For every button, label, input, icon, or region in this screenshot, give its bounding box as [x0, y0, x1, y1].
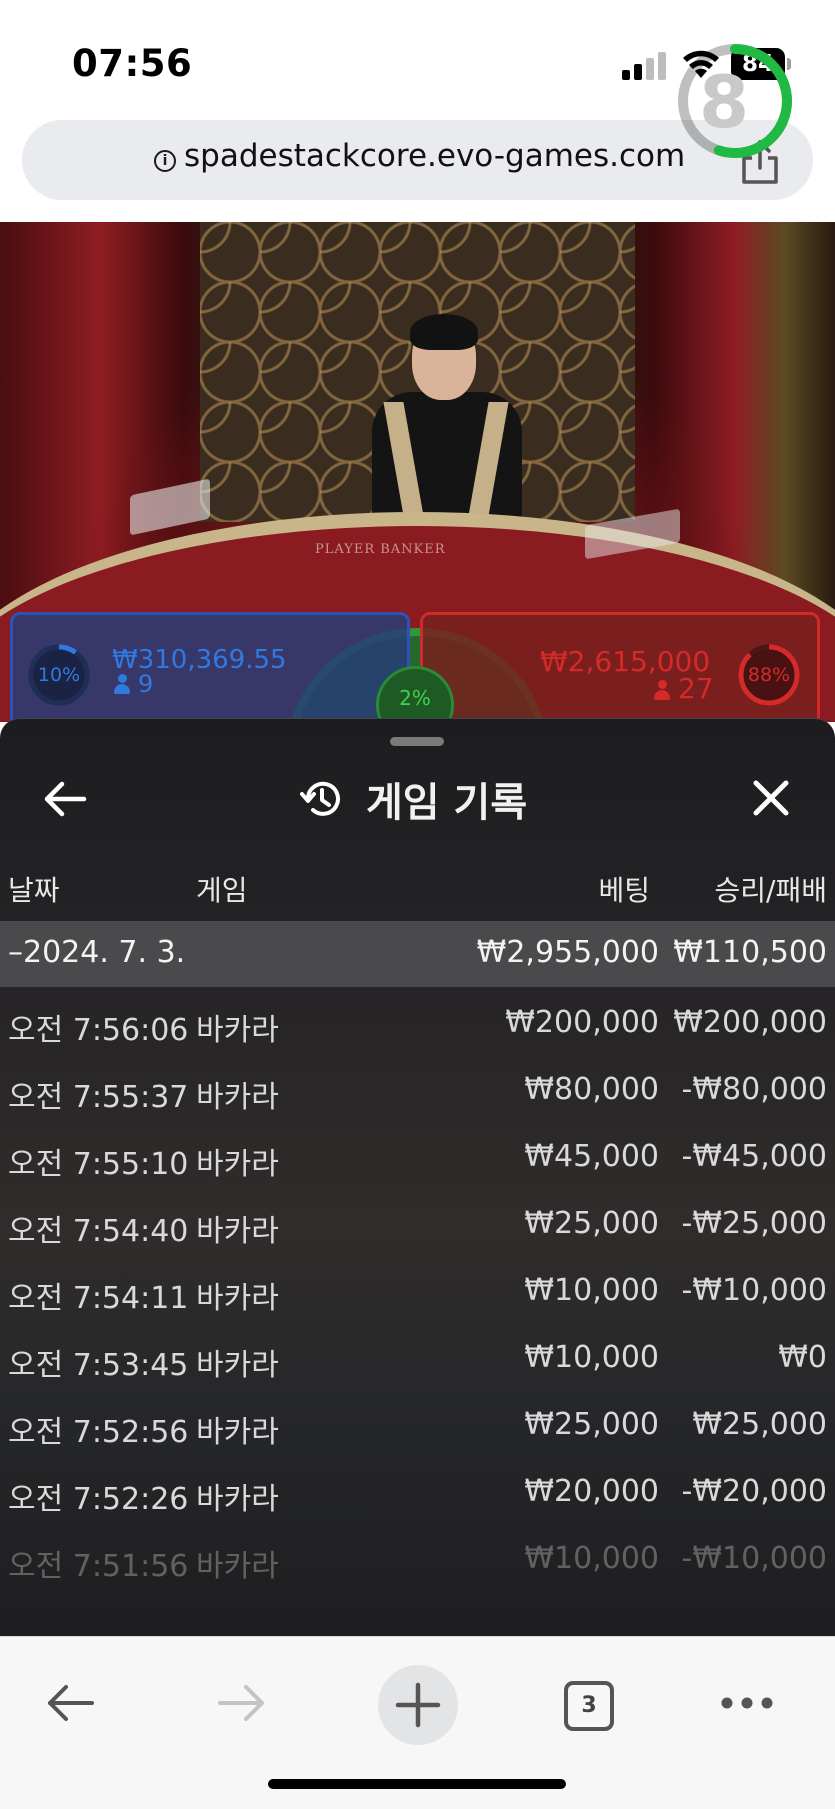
plus-icon: [395, 1682, 441, 1728]
cellular-signal-icon: [622, 52, 668, 80]
row-win-loss: -₩25,000: [681, 1206, 827, 1241]
history-row[interactable]: 오전 7:54:11 바카라 ₩10,000 -₩10,000: [0, 1255, 835, 1322]
row-win-loss: -₩10,000: [681, 1541, 827, 1576]
history-row[interactable]: 오전 7:56:06 바카라 ₩200,000 ₩200,000: [0, 987, 835, 1054]
summary-bet: ₩2,955,000: [476, 935, 659, 970]
row-win-loss: -₩10,000: [681, 1273, 827, 1308]
history-icon: [300, 781, 340, 816]
row-bet: ₩10,000: [524, 1541, 659, 1576]
row-game: 바카라: [196, 1549, 279, 1584]
date-summary-row[interactable]: –2024. 7. 3. ₩2,955,000 ₩110,500: [0, 921, 835, 987]
row-bet: ₩10,000: [524, 1340, 659, 1375]
banker-count-value: 27: [678, 672, 714, 705]
row-win-loss: -₩20,000: [681, 1474, 827, 1509]
column-header-win-loss: 승리/패배: [714, 874, 827, 907]
row-time: 오전 7:51:56: [8, 1549, 189, 1584]
column-header-game: 게임: [196, 874, 248, 907]
back-arrow-icon[interactable]: [42, 779, 88, 819]
sheet-title: 게임 기록: [366, 780, 528, 826]
url-text[interactable]: spadestackcore.evo-games.com: [184, 138, 685, 174]
history-row[interactable]: 오전 7:54:40 바카라 ₩25,000 -₩25,000: [0, 1188, 835, 1255]
person-icon: [114, 674, 130, 694]
history-row[interactable]: 오전 7:55:37 바카라 ₩80,000 -₩80,000: [0, 1054, 835, 1121]
row-time: 오전 7:52:26: [8, 1482, 189, 1517]
banker-bettor-count: 27: [654, 672, 714, 705]
row-bet: ₩80,000: [524, 1072, 659, 1107]
row-game: 바카라: [196, 1013, 279, 1048]
close-icon[interactable]: [748, 775, 794, 821]
back-arrow-icon[interactable]: [44, 1681, 96, 1725]
row-win-loss: ₩25,000: [692, 1407, 827, 1442]
person-icon: [654, 680, 670, 700]
new-tab-button[interactable]: [378, 1665, 458, 1745]
row-time: 오전 7:52:56: [8, 1415, 189, 1450]
row-win-loss: ₩0: [778, 1340, 827, 1375]
row-time: 오전 7:54:11: [8, 1281, 189, 1316]
row-bet: ₩10,000: [524, 1273, 659, 1308]
row-game: 바카라: [196, 1147, 279, 1182]
forward-arrow-icon[interactable]: [216, 1681, 268, 1725]
game-history-sheet: 게임 기록 날짜 게임 베팅 승리/패배 –2024. 7. 3. ₩2,955…: [0, 718, 835, 1636]
countdown-timer: 8: [698, 60, 750, 144]
sheet-grabber[interactable]: [390, 737, 444, 746]
column-header-date: 날짜: [8, 874, 60, 907]
banker-percent: 88%: [747, 664, 791, 686]
browser-toolbar: 3: [0, 1636, 835, 1809]
row-time: 오전 7:54:40: [8, 1214, 189, 1249]
history-row[interactable]: 오전 7:53:45 바카라 ₩10,000 ₩0: [0, 1322, 835, 1389]
row-game: 바카라: [196, 1415, 279, 1450]
player-bettor-count: 9: [114, 670, 153, 698]
more-icon[interactable]: [720, 1695, 774, 1711]
player-count-value: 9: [138, 670, 154, 698]
history-row[interactable]: 오전 7:52:26 바카라 ₩20,000 -₩20,000: [0, 1456, 835, 1523]
table-felt-label: PLAYER BANKER: [315, 542, 446, 557]
row-game: 바카라: [196, 1482, 279, 1517]
row-game: 바카라: [196, 1348, 279, 1383]
row-time: 오전 7:55:10: [8, 1147, 189, 1182]
row-win-loss: -₩45,000: [681, 1139, 827, 1174]
player-percent: 10%: [37, 664, 81, 686]
tabs-button[interactable]: 3: [564, 1681, 614, 1731]
row-bet: ₩200,000: [505, 1005, 659, 1040]
column-header-bet: 베팅: [598, 874, 650, 907]
sheet-header: 게임 기록: [300, 769, 527, 829]
status-time: 07:56: [72, 42, 193, 85]
row-bet: ₩45,000: [524, 1139, 659, 1174]
info-icon[interactable]: i: [154, 150, 176, 172]
row-win-loss: ₩200,000: [673, 1005, 827, 1040]
row-game: 바카라: [196, 1080, 279, 1115]
history-row[interactable]: 오전 7:55:10 바카라 ₩45,000 -₩45,000: [0, 1121, 835, 1188]
row-game: 바카라: [196, 1281, 279, 1316]
history-list: 오전 7:56:06 바카라 ₩200,000 ₩200,000 오전 7:55…: [0, 987, 835, 1590]
row-win-loss: -₩80,000: [681, 1072, 827, 1107]
summary-win-loss: ₩110,500: [673, 935, 827, 970]
row-bet: ₩20,000: [524, 1474, 659, 1509]
row-bet: ₩25,000: [524, 1407, 659, 1442]
tie-percent: 2%: [399, 686, 431, 710]
home-indicator[interactable]: [268, 1779, 566, 1789]
history-row[interactable]: 오전 7:51:56 바카라 ₩10,000 -₩10,000: [0, 1523, 835, 1590]
row-game: 바카라: [196, 1214, 279, 1249]
row-time: 오전 7:55:37: [8, 1080, 189, 1115]
card-shoe: [130, 478, 210, 536]
history-row[interactable]: 오전 7:52:56 바카라 ₩25,000 ₩25,000: [0, 1389, 835, 1456]
row-bet: ₩25,000: [524, 1206, 659, 1241]
summary-date: –2024. 7. 3.: [8, 935, 186, 970]
row-time: 오전 7:56:06: [8, 1013, 189, 1048]
row-time: 오전 7:53:45: [8, 1348, 189, 1383]
